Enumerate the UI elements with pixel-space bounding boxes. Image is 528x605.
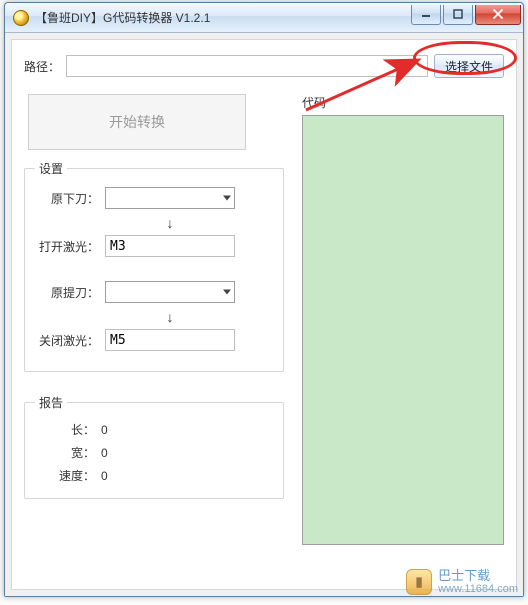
laser-on-label: 打开激光：: [35, 238, 99, 255]
report-length-value: 0: [101, 423, 108, 437]
window-title: 【鲁班DIY】G代码转换器 V1.2.1: [35, 9, 409, 26]
report-speed-label: 速度：: [35, 467, 95, 484]
down-tool-combo[interactable]: [105, 187, 235, 209]
maximize-icon: [453, 9, 463, 19]
code-label: 代码: [302, 94, 504, 111]
up-tool-combo-input[interactable]: [105, 281, 235, 303]
path-input[interactable]: [66, 55, 428, 77]
laser-off-label: 关闭激光：: [35, 332, 99, 349]
laser-on-row: 打开激光：: [35, 235, 273, 257]
code-output[interactable]: [302, 115, 504, 545]
app-icon: [13, 10, 29, 26]
main-panel: 路径： 选择文件 开始转换 设置 原下刀：: [11, 39, 517, 590]
close-button[interactable]: [475, 5, 521, 25]
window-controls: [409, 5, 521, 25]
settings-group: 设置 原下刀： ↓ 打开激光：: [24, 168, 284, 372]
titlebar[interactable]: 【鲁班DIY】G代码转换器 V1.2.1: [5, 3, 523, 33]
arrow-down-glyph-2: ↓: [105, 309, 235, 325]
close-icon: [492, 9, 504, 19]
minimize-icon: [421, 9, 431, 19]
laser-on-input[interactable]: [105, 235, 235, 257]
up-tool-row: 原提刀：: [35, 281, 273, 303]
app-window: 【鲁班DIY】G代码转换器 V1.2.1: [4, 2, 524, 597]
client-area: 路径： 选择文件 开始转换 设置 原下刀：: [5, 33, 523, 596]
up-tool-label: 原提刀：: [35, 284, 99, 301]
down-tool-combo-input[interactable]: [105, 187, 235, 209]
right-column: 代码: [302, 94, 504, 545]
start-convert-button[interactable]: 开始转换: [28, 94, 246, 150]
main-columns: 开始转换 设置 原下刀： ↓: [24, 94, 504, 545]
down-tool-row: 原下刀：: [35, 187, 273, 209]
choose-file-button[interactable]: 选择文件: [434, 54, 504, 78]
report-width-value: 0: [101, 446, 108, 460]
report-width-label: 宽：: [35, 444, 95, 461]
report-length-row: 长： 0: [35, 421, 273, 438]
laser-off-row: 关闭激光：: [35, 329, 273, 351]
path-label: 路径：: [24, 58, 60, 75]
report-speed-value: 0: [101, 469, 108, 483]
left-column: 开始转换 设置 原下刀： ↓: [24, 94, 284, 545]
report-width-row: 宽： 0: [35, 444, 273, 461]
report-group: 报告 长： 0 宽： 0 速度： 0: [24, 402, 284, 499]
down-tool-label: 原下刀：: [35, 190, 99, 207]
report-group-title: 报告: [35, 394, 67, 411]
path-row: 路径： 选择文件: [24, 54, 504, 78]
settings-group-title: 设置: [35, 160, 67, 177]
up-tool-combo[interactable]: [105, 281, 235, 303]
laser-off-input[interactable]: [105, 329, 235, 351]
report-length-label: 长：: [35, 421, 95, 438]
report-speed-row: 速度： 0: [35, 467, 273, 484]
maximize-button[interactable]: [443, 5, 473, 25]
minimize-button[interactable]: [411, 5, 441, 25]
arrow-down-glyph-1: ↓: [105, 215, 235, 231]
